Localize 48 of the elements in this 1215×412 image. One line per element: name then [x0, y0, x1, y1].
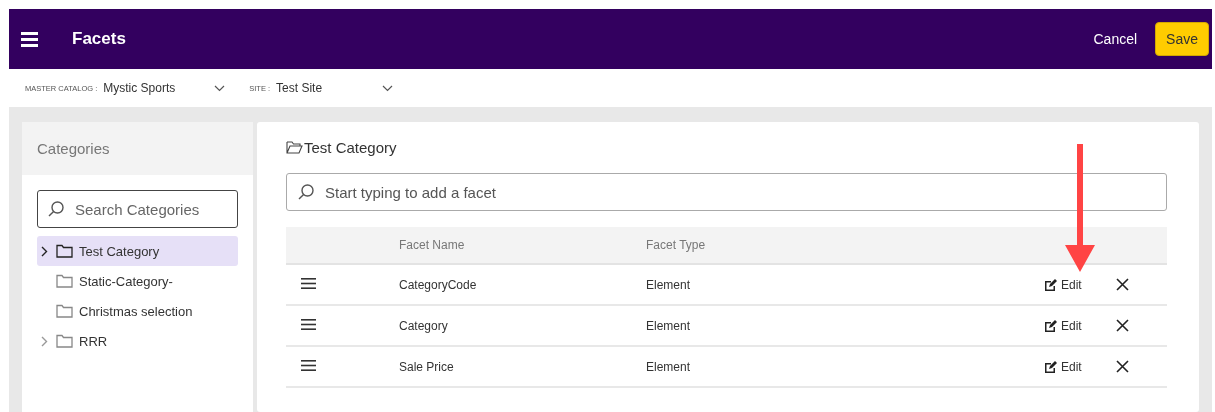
edit-button[interactable]: Edit	[1044, 318, 1082, 333]
panel-title: Categories	[37, 140, 110, 157]
edit-icon	[1044, 319, 1057, 332]
category-title: Test Category	[304, 139, 397, 156]
save-button[interactable]: Save	[1155, 22, 1209, 56]
edit-icon	[1044, 360, 1057, 373]
table-cell: Sale Price	[398, 346, 645, 387]
tree-label: Static-Category-	[79, 273, 173, 289]
delete-icon[interactable]	[1116, 319, 1129, 332]
tree-item[interactable]: Christmas selection	[37, 296, 238, 326]
table-cell: Element	[645, 305, 1043, 346]
folder-icon	[56, 274, 73, 288]
tree-item[interactable]: RRR	[37, 326, 238, 356]
tree-label: Christmas selection	[79, 303, 193, 319]
cancel-button[interactable]: Cancel	[1085, 25, 1146, 53]
drag-handle-icon[interactable]	[301, 277, 316, 289]
chevron-right-icon[interactable]	[41, 245, 48, 257]
search-icon	[297, 183, 315, 201]
chevron-down-icon[interactable]	[382, 84, 394, 92]
tree-item[interactable]: Test Category	[37, 236, 238, 266]
table-cell: Category	[398, 305, 645, 346]
table-cell: Element	[645, 264, 1043, 305]
filter-value[interactable]: Test Site	[276, 81, 377, 95]
edit-button[interactable]: Edit	[1044, 277, 1082, 292]
folder-icon	[286, 141, 303, 154]
column-header: Facet Name	[398, 227, 645, 264]
folder-icon	[56, 304, 73, 318]
search-icon	[47, 200, 65, 218]
edit-button[interactable]: Edit	[1044, 359, 1082, 374]
table-cell: Element	[645, 346, 1043, 387]
tree-label: Test Category	[79, 243, 160, 259]
folder-icon	[56, 244, 73, 258]
filter-value[interactable]: Mystic Sports	[103, 81, 209, 95]
table-cell: CategoryCode	[398, 264, 645, 305]
edit-icon	[1044, 278, 1057, 291]
menu-icon[interactable]	[21, 31, 38, 47]
folder-icon	[56, 334, 73, 348]
delete-icon[interactable]	[1116, 278, 1129, 291]
drag-handle-icon[interactable]	[301, 359, 316, 371]
search-field[interactable]: Start typing to add a facet	[286, 173, 1167, 211]
column-header: Facet Type	[645, 227, 1043, 264]
search-field[interactable]: Search Categories	[37, 190, 238, 228]
tree-label: RRR	[79, 333, 108, 349]
delete-icon[interactable]	[1116, 360, 1129, 373]
tree-item[interactable]: Static-Category-	[37, 266, 238, 296]
page-title: Facets	[72, 29, 127, 49]
chevron-down-icon[interactable]	[214, 84, 226, 92]
drag-handle-icon[interactable]	[301, 318, 316, 330]
